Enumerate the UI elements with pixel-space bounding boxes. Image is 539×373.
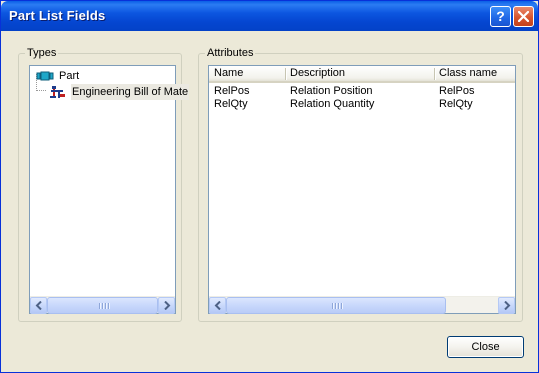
types-tree[interactable]: Part Engineering Bill of Mate [29, 65, 190, 314]
scroll-thumb[interactable] [47, 297, 158, 314]
attributes-group-label: Attributes [205, 47, 256, 59]
arrow-right-icon [164, 301, 171, 310]
close-button[interactable]: Close [447, 336, 524, 358]
cell-name: RelQty [214, 98, 248, 110]
scroll-left-button[interactable] [30, 297, 47, 314]
part-icon [36, 71, 54, 81]
scroll-left-button[interactable] [209, 297, 226, 314]
scroll-thumb[interactable] [226, 297, 446, 314]
tree-item-label: Part [59, 70, 80, 82]
scroll-right-button[interactable] [498, 297, 515, 314]
types-group-label: Types [25, 47, 59, 59]
engineering-bom-icon [50, 86, 65, 98]
arrow-left-icon [214, 301, 221, 310]
arrow-right-icon [504, 301, 511, 310]
cell-class-name: RelPos [439, 85, 475, 97]
help-icon: ? [496, 8, 505, 24]
cell-description: Relation Position [290, 85, 373, 97]
tree-item-label: Engineering Bill of Mate [71, 84, 190, 100]
close-icon [518, 11, 529, 22]
cell-description: Relation Quantity [290, 98, 375, 110]
table-row[interactable]: RelQty Relation Quantity RelQty [209, 98, 515, 111]
types-hscrollbar[interactable] [30, 296, 175, 314]
scroll-right-button[interactable] [158, 297, 175, 314]
table-row[interactable]: RelPos Relation Position RelPos [209, 85, 515, 98]
title-close-button[interactable] [513, 6, 534, 27]
cell-name: RelPos [214, 85, 250, 97]
column-header-class-name[interactable]: Class name [434, 66, 515, 81]
arrow-left-icon [35, 301, 42, 310]
window-title: Part List Fields [9, 8, 106, 23]
column-header-description[interactable]: Description [285, 66, 434, 81]
attributes-header: Name Description Class name [209, 66, 515, 83]
attributes-hscrollbar[interactable] [209, 296, 515, 314]
types-group: Types Part Engineering Bill of Mate [18, 47, 190, 322]
cell-class-name: RelQty [439, 98, 473, 110]
title-bar[interactable]: Part List Fields ? [1, 1, 538, 31]
attributes-list[interactable]: Name Description Class name RelPos Relat… [208, 65, 516, 314]
help-button[interactable]: ? [490, 6, 511, 27]
column-header-name[interactable]: Name [209, 66, 285, 81]
dialog-window: Part List Fields ? Types Part Engineerin… [0, 0, 539, 373]
attributes-group: Attributes Name Description Class name R… [198, 47, 523, 322]
